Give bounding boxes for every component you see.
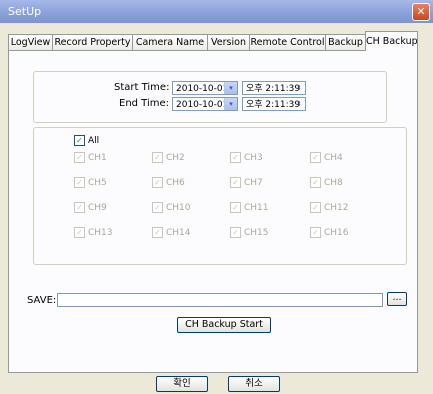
- tab-record-property[interactable]: Record Property: [52, 34, 133, 50]
- close-icon[interactable]: ✕: [412, 3, 430, 21]
- check-icon: ✓: [152, 202, 163, 213]
- channel-checkbox[interactable]: ✓ CH14: [152, 227, 191, 238]
- channel-checkbox[interactable]: ✓ CH1: [74, 152, 107, 163]
- cancel-button[interactable]: 취소: [228, 376, 280, 392]
- check-icon: ✓: [310, 227, 321, 238]
- channel-checkbox[interactable]: ✓ CH2: [152, 152, 185, 163]
- check-icon: ✓: [310, 152, 321, 163]
- save-label: SAVE:: [27, 295, 57, 306]
- start-date-value: 2010-10-01: [176, 84, 229, 94]
- channel-group: ✓ All ✓ CH1 ✓ CH2 ✓ CH3 ✓ CH4 ✓ CH5 ✓ CH6 ✓ CH7 ✓ CH8 ✓ C…: [33, 127, 407, 265]
- channel-checkbox[interactable]: ✓ CH13: [74, 227, 113, 238]
- tab-camera-name[interactable]: Camera Name: [132, 34, 208, 50]
- tab-backup[interactable]: Backup: [325, 34, 366, 50]
- title-bar: SetUp ✕: [0, 0, 433, 23]
- window-title: SetUp: [8, 5, 42, 18]
- check-icon: ✓: [230, 152, 241, 163]
- ok-button[interactable]: 확인: [156, 376, 208, 392]
- chevron-down-icon[interactable]: ▾: [224, 82, 237, 94]
- channel-label: CH14: [166, 227, 191, 238]
- channel-label: CH4: [324, 152, 343, 163]
- check-icon: ✓: [230, 227, 241, 238]
- check-icon: ✓: [230, 202, 241, 213]
- all-label: All: [88, 135, 100, 146]
- chevron-down-icon[interactable]: ▾: [224, 98, 237, 110]
- start-date-picker[interactable]: 2010-10-01 ▾: [172, 81, 238, 95]
- channel-label: CH7: [244, 177, 263, 188]
- check-icon: ✓: [230, 177, 241, 188]
- channel-checkbox[interactable]: ✓ CH10: [152, 202, 191, 213]
- channel-label: CH2: [166, 152, 185, 163]
- channel-label: CH3: [244, 152, 263, 163]
- channel-label: CH6: [166, 177, 185, 188]
- channel-checkbox[interactable]: ✓ CH16: [310, 227, 349, 238]
- channel-checkbox[interactable]: ✓ CH11: [230, 202, 269, 213]
- end-time-value: 오후 2:11:39: [246, 100, 301, 110]
- check-icon: ✓: [152, 152, 163, 163]
- channel-label: CH16: [324, 227, 349, 238]
- channel-label: CH5: [88, 177, 107, 188]
- channel-checkbox[interactable]: ✓ CH5: [74, 177, 107, 188]
- tab-version[interactable]: Version: [207, 34, 250, 50]
- check-icon: ✓: [310, 177, 321, 188]
- check-icon: ✓: [74, 227, 85, 238]
- browse-button[interactable]: ...: [387, 292, 407, 306]
- channel-checkbox[interactable]: ✓ CH8: [310, 177, 343, 188]
- check-icon: ✓: [74, 202, 85, 213]
- channel-checkbox[interactable]: ✓ CH7: [230, 177, 263, 188]
- ch-backup-panel: Start Time: 2010-10-01 ▾ 오후 2:11:39 ⇕ En…: [8, 50, 418, 373]
- channel-label: CH8: [324, 177, 343, 188]
- channel-label: CH10: [166, 202, 191, 213]
- channel-checkbox[interactable]: ✓ CH4: [310, 152, 343, 163]
- start-time-spinner[interactable]: 오후 2:11:39 ⇕: [242, 81, 306, 95]
- check-icon: ✓: [152, 227, 163, 238]
- start-time-label: Start Time:: [114, 82, 170, 93]
- channel-label: CH12: [324, 202, 349, 213]
- end-time-label: End Time:: [119, 98, 170, 109]
- check-icon: ✓: [152, 177, 163, 188]
- channel-checkbox[interactable]: ✓ CH12: [310, 202, 349, 213]
- tab-remote-control[interactable]: Remote Control: [249, 34, 326, 50]
- channel-label: CH13: [88, 227, 113, 238]
- end-date-value: 2010-10-01: [176, 100, 229, 110]
- check-icon: ✓: [74, 152, 85, 163]
- time-range-group: Start Time: 2010-10-01 ▾ 오후 2:11:39 ⇕ En…: [33, 71, 387, 123]
- tab-ch-backup[interactable]: CH Backup: [365, 31, 418, 51]
- all-checkbox[interactable]: ✓ All: [74, 135, 99, 146]
- channel-checkbox[interactable]: ✓ CH15: [230, 227, 269, 238]
- tab-logview[interactable]: LogView: [8, 34, 53, 50]
- check-icon: ✓: [74, 135, 85, 146]
- check-icon: ✓: [74, 177, 85, 188]
- channel-label: CH1: [88, 152, 107, 163]
- start-time-value: 오후 2:11:39: [246, 84, 301, 94]
- end-date-picker[interactable]: 2010-10-01 ▾: [172, 97, 238, 111]
- channel-checkbox[interactable]: ✓ CH3: [230, 152, 263, 163]
- spin-icon[interactable]: ⇕: [293, 98, 305, 110]
- channel-checkbox[interactable]: ✓ CH9: [74, 202, 107, 213]
- ch-backup-start-button[interactable]: CH Backup Start: [177, 317, 271, 333]
- channel-label: CH15: [244, 227, 269, 238]
- end-time-spinner[interactable]: 오후 2:11:39 ⇕: [242, 97, 306, 111]
- channel-label: CH11: [244, 202, 269, 213]
- spin-icon[interactable]: ⇕: [293, 82, 305, 94]
- save-path-input[interactable]: [57, 293, 383, 307]
- check-icon: ✓: [310, 202, 321, 213]
- channel-checkbox[interactable]: ✓ CH6: [152, 177, 185, 188]
- channel-label: CH9: [88, 202, 107, 213]
